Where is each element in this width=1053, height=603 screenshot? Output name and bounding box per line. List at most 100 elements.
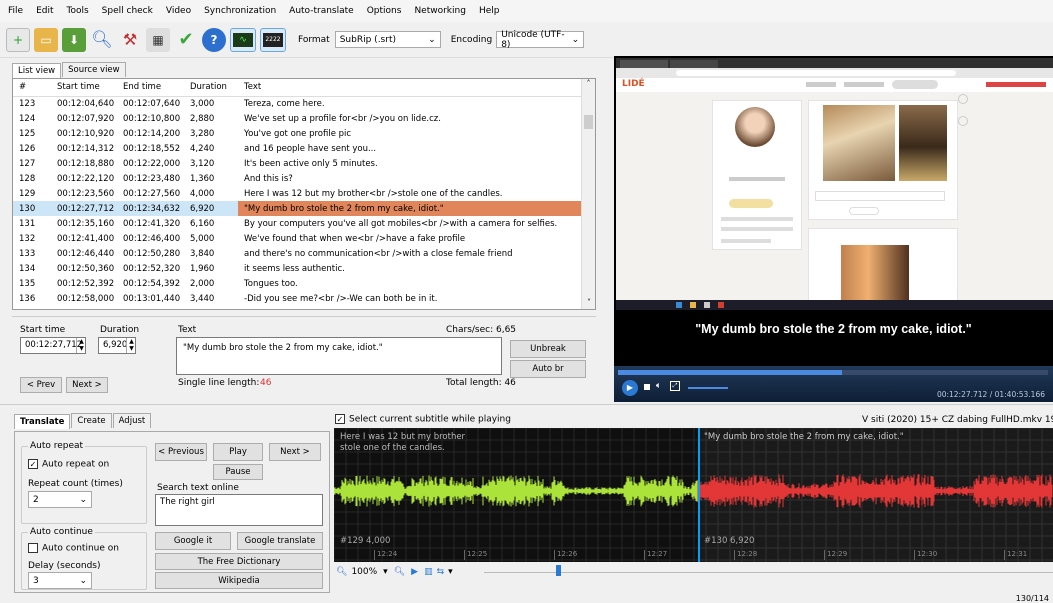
waveform-position-track[interactable] <box>484 572 1053 573</box>
tab-source-view[interactable]: Source view <box>62 62 126 77</box>
play-icon[interactable]: ▶ <box>622 380 638 396</box>
zoom-value[interactable]: 100% <box>351 567 377 577</box>
search-text-input[interactable]: The right girl <box>155 494 323 526</box>
zoom-in-icon[interactable]: 🔍︎ <box>394 567 405 577</box>
split-icon[interactable]: ▥ <box>424 567 433 577</box>
menu-video[interactable]: Video <box>166 6 191 16</box>
open-icon[interactable]: ▭ <box>34 27 58 52</box>
grid-scrollbar[interactable]: ˄ ˅ <box>581 79 595 309</box>
col-duration[interactable]: Duration <box>184 79 238 97</box>
previous-button[interactable]: < Previous <box>155 443 207 461</box>
menu-spell-check[interactable]: Spell check <box>102 6 153 16</box>
tick-label: 12:31 <box>1004 550 1027 560</box>
select-current-checkbox[interactable]: ✓ Select current subtitle while playing <box>335 414 511 425</box>
auto-br-button[interactable]: Auto br <box>510 360 586 378</box>
table-row[interactable]: 130 00:12:27,712 00:12:34,632 6,920 "My dumb… <box>13 201 583 216</box>
repeat-count-select[interactable]: 2 ⌄ <box>28 491 92 508</box>
wikipedia-button[interactable]: Wikipedia <box>155 572 323 589</box>
fix-icon[interactable]: ▦ <box>146 27 170 52</box>
volume-icon[interactable]: 🔈︎ <box>656 381 661 391</box>
table-row[interactable]: 126 00:12:14,312 00:12:18,552 4,240 and 16 p… <box>13 141 583 156</box>
free-dictionary-button[interactable]: The Free Dictionary <box>155 553 323 570</box>
site-header: LIDÉ <box>616 78 1053 92</box>
col-start-time[interactable]: Start time <box>51 79 117 97</box>
waveform[interactable]: Here I was 12 but my brother stole one o… <box>334 428 1053 562</box>
table-row[interactable]: 127 00:12:18,880 00:12:22,000 3,120 It's bee… <box>13 156 583 171</box>
fullscreen-icon[interactable]: ⤢ <box>670 381 680 391</box>
scroll-thumb[interactable] <box>584 115 593 129</box>
seek-bar[interactable] <box>618 370 1048 375</box>
tick-label: 12:24 <box>374 550 397 560</box>
zoom-out-icon[interactable]: 🔍︎ <box>336 567 347 577</box>
save-icon[interactable]: ⬇ <box>62 27 86 52</box>
table-row[interactable]: 124 00:12:07,920 00:12:10,800 2,880 We've se… <box>13 111 583 126</box>
tab-create[interactable]: Create <box>71 413 112 428</box>
tab-adjust[interactable]: Adjust <box>112 413 152 428</box>
col-end-time[interactable]: End time <box>117 79 184 97</box>
stop-icon[interactable] <box>644 384 650 390</box>
cell-text: "My dumb bro stole the 2 from my cake, i… <box>238 201 583 216</box>
waveform-position-thumb[interactable] <box>556 565 561 576</box>
search-text-label: Search text online <box>157 483 239 493</box>
table-row[interactable]: 135 00:12:52,392 00:12:54,392 2,000 Tongues … <box>13 276 583 291</box>
subtitle-grid[interactable]: # Start time End time Duration Text 123 0… <box>12 78 596 310</box>
chevron-down-icon[interactable]: ▾ <box>383 567 388 577</box>
chevron-down-icon[interactable]: ▾ <box>448 567 453 577</box>
menu-auto-translate[interactable]: Auto-translate <box>289 6 354 16</box>
waveform-icon[interactable]: ∿ <box>230 27 256 52</box>
pause-button[interactable]: Pause <box>213 464 263 480</box>
new-icon[interactable]: + <box>6 27 30 52</box>
menu-edit[interactable]: Edit <box>36 6 53 16</box>
video-icon[interactable]: 2222 <box>260 27 286 52</box>
col-number[interactable]: # <box>13 79 51 97</box>
scroll-down-icon[interactable]: ˅ <box>582 298 595 307</box>
menu-help[interactable]: Help <box>479 6 500 16</box>
unbreak-button[interactable]: Unbreak <box>510 340 586 358</box>
replace-icon[interactable]: ⚒ <box>118 28 142 52</box>
menu-file[interactable]: File <box>8 6 23 16</box>
scroll-up-icon[interactable]: ˄ <box>582 79 595 88</box>
next-button[interactable]: Next > <box>269 443 321 461</box>
cell-dur: 1,960 <box>190 263 215 274</box>
delay-select[interactable]: 3 ⌄ <box>28 572 92 589</box>
table-row[interactable]: 134 00:12:50,360 00:12:52,320 1,960 it seems… <box>13 261 583 276</box>
table-row[interactable]: 128 00:12:22,120 00:12:23,480 1,360 And this… <box>13 171 583 186</box>
table-row[interactable]: 131 00:12:35,160 00:12:41,320 6,160 By your … <box>13 216 583 231</box>
cell-end: 00:12:22,000 <box>123 158 181 169</box>
encoding-select[interactable]: Unicode (UTF-8) ⌄ <box>496 30 585 50</box>
menu-synchronization[interactable]: Synchronization <box>204 6 276 16</box>
tab-list-view[interactable]: List view <box>12 63 62 78</box>
table-row[interactable]: 132 00:12:41,400 00:12:46,400 5,000 We've fo… <box>13 231 583 246</box>
prev-button[interactable]: < Prev <box>20 377 62 393</box>
format-select[interactable]: SubRip (.srt) ⌄ <box>334 31 441 48</box>
table-row[interactable]: 125 00:12:10,920 00:12:14,200 3,280 You've g… <box>13 126 583 141</box>
col-text[interactable]: Text <box>238 79 583 97</box>
google-translate-button[interactable]: Google translate <box>237 532 323 550</box>
start-time-spinner[interactable]: ▲ ▼ <box>76 338 86 353</box>
table-row[interactable]: 123 00:12:04,640 00:12:07,640 3,000 Tereza, … <box>13 96 583 111</box>
volume-slider[interactable] <box>688 387 728 389</box>
single-line-length-value: 46 <box>260 378 272 388</box>
menu-networking[interactable]: Networking <box>414 6 466 16</box>
tab-translate[interactable]: Translate <box>14 414 71 429</box>
auto-continue-checkbox[interactable]: Auto continue on <box>28 543 119 554</box>
delay-label: Delay (seconds) <box>28 561 101 571</box>
table-row[interactable]: 133 00:12:46,440 00:12:50,280 3,840 and ther… <box>13 246 583 261</box>
spell-check-icon[interactable]: ✔ <box>174 28 198 52</box>
help-icon[interactable]: ? <box>202 27 226 52</box>
auto-repeat-checkbox[interactable]: ✓ Auto repeat on <box>28 459 109 470</box>
arrows-icon[interactable]: ⇆ <box>437 567 445 577</box>
next-button[interactable]: Next > <box>66 377 108 393</box>
video-player[interactable]: LIDÉ "My dumb bro stole the 2 from my ca… <box>614 56 1053 402</box>
table-row[interactable]: 136 00:12:58,000 00:13:01,440 3,440 -Did you… <box>13 291 583 306</box>
menu-options[interactable]: Options <box>367 6 402 16</box>
cell-start: 00:12:18,880 <box>57 158 115 169</box>
find-icon[interactable]: 🔍︎ <box>90 28 114 52</box>
subtitle-text-input[interactable]: "My dumb bro stole the 2 from my cake, i… <box>176 337 502 375</box>
table-row[interactable]: 129 00:12:23,560 00:12:27,560 4,000 Here I w… <box>13 186 583 201</box>
play-selection-icon[interactable]: ▶ <box>411 567 418 577</box>
play-button[interactable]: Play <box>213 443 263 461</box>
google-it-button[interactable]: Google it <box>155 532 231 550</box>
duration-spinner[interactable]: ▲ ▼ <box>126 338 136 353</box>
menu-tools[interactable]: Tools <box>67 6 89 16</box>
